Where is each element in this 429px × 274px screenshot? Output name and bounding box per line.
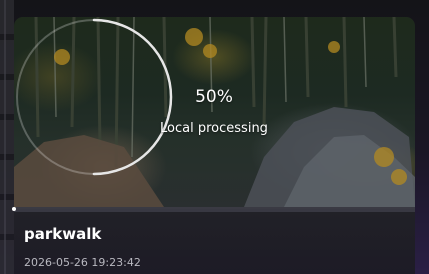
media-timestamp: 2026-05-26 19:23:42 [24, 256, 141, 269]
card-info: parkwalk 2026-05-26 19:23:42 [14, 212, 415, 274]
background-scaffold [0, 0, 14, 274]
processing-status-label: Local processing [160, 121, 268, 136]
media-card[interactable]: 50% Local processing parkwalk 2026-05-26… [14, 17, 415, 274]
selection-indicator-dot [12, 207, 16, 211]
progress-percentage: 50% [195, 87, 233, 107]
photo-thumbnail[interactable]: 50% Local processing [14, 17, 415, 209]
media-title: parkwalk [24, 225, 102, 243]
